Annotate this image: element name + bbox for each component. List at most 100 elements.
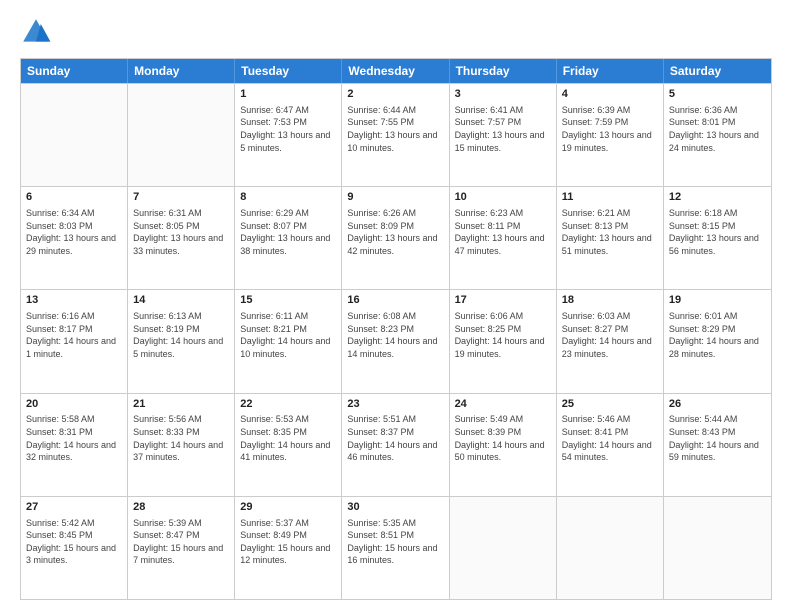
calendar-row-3: 13 Sunrise: 6:16 AM Sunset: 8:17 PM Dayli… [21,289,771,392]
cell-date: 26 [669,397,766,412]
cell-date: 18 [562,293,658,308]
header [20,16,772,48]
cell-info: Sunrise: 5:49 AM Sunset: 8:39 PM Dayligh… [455,413,551,463]
cell-info: Sunrise: 6:06 AM Sunset: 8:25 PM Dayligh… [455,310,551,360]
cell-date: 2 [347,87,443,102]
cell-info: Sunrise: 6:47 AM Sunset: 7:53 PM Dayligh… [240,104,336,154]
cell-date: 4 [562,87,658,102]
calendar-cell: 29 Sunrise: 5:37 AM Sunset: 8:49 PM Dayli… [235,497,342,599]
logo [20,16,56,48]
calendar-cell: 30Sunrise: 5:35 AM Sunset: 8:51 PM Dayli… [342,497,449,599]
calendar-cell: 19 Sunrise: 6:01 AM Sunset: 8:29 PM Dayli… [664,290,771,392]
header-day-friday: Friday [557,59,664,83]
cell-info: Sunrise: 6:03 AM Sunset: 8:27 PM Dayligh… [562,310,658,360]
logo-icon [20,16,52,48]
calendar-cell: 27 Sunrise: 5:42 AM Sunset: 8:45 PM Dayli… [21,497,128,599]
header-day-tuesday: Tuesday [235,59,342,83]
calendar-cell: 24Sunrise: 5:49 AM Sunset: 8:39 PM Dayli… [450,394,557,496]
cell-info: Sunrise: 5:44 AM Sunset: 8:43 PM Dayligh… [669,413,766,463]
cell-date: 11 [562,190,658,205]
calendar-cell: 8 Sunrise: 6:29 AM Sunset: 8:07 PM Daylig… [235,187,342,289]
cell-info: Sunrise: 6:36 AM Sunset: 8:01 PM Dayligh… [669,104,766,154]
cell-info: Sunrise: 5:56 AM Sunset: 8:33 PM Dayligh… [133,413,229,463]
calendar-cell: 15 Sunrise: 6:11 AM Sunset: 8:21 PM Dayli… [235,290,342,392]
cell-date: 17 [455,293,551,308]
header-day-saturday: Saturday [664,59,771,83]
cell-info: Sunrise: 5:58 AM Sunset: 8:31 PM Dayligh… [26,413,122,463]
cell-date: 8 [240,190,336,205]
cell-date: 22 [240,397,336,412]
cell-info: Sunrise: 6:26 AM Sunset: 8:09 PM Dayligh… [347,207,443,257]
cell-date: 14 [133,293,229,308]
cell-date: 12 [669,190,766,205]
cell-date: 19 [669,293,766,308]
cell-date: 24 [455,397,551,412]
calendar-cell: 10Sunrise: 6:23 AM Sunset: 8:11 PM Dayli… [450,187,557,289]
page: SundayMondayTuesdayWednesdayThursdayFrid… [0,0,792,612]
calendar-row-2: 6 Sunrise: 6:34 AM Sunset: 8:03 PM Daylig… [21,186,771,289]
cell-date: 13 [26,293,122,308]
cell-info: Sunrise: 5:53 AM Sunset: 8:35 PM Dayligh… [240,413,336,463]
calendar-cell: 17 Sunrise: 6:06 AM Sunset: 8:25 PM Dayli… [450,290,557,392]
calendar-cell [557,497,664,599]
header-day-sunday: Sunday [21,59,128,83]
cell-info: Sunrise: 6:16 AM Sunset: 8:17 PM Dayligh… [26,310,122,360]
calendar-cell: 14 Sunrise: 6:13 AM Sunset: 8:19 PM Dayli… [128,290,235,392]
cell-date: 21 [133,397,229,412]
calendar: SundayMondayTuesdayWednesdayThursdayFrid… [20,58,772,600]
cell-date: 1 [240,87,336,102]
cell-info: Sunrise: 6:21 AM Sunset: 8:13 PM Dayligh… [562,207,658,257]
cell-date: 5 [669,87,766,102]
cell-info: Sunrise: 6:29 AM Sunset: 8:07 PM Dayligh… [240,207,336,257]
calendar-cell: 11 Sunrise: 6:21 AM Sunset: 8:13 PM Dayli… [557,187,664,289]
cell-date: 29 [240,500,336,515]
calendar-cell: 18 Sunrise: 6:03 AM Sunset: 8:27 PM Dayli… [557,290,664,392]
cell-date: 15 [240,293,336,308]
cell-date: 20 [26,397,122,412]
calendar-cell [21,84,128,186]
cell-info: Sunrise: 5:37 AM Sunset: 8:49 PM Dayligh… [240,517,336,567]
calendar-cell [664,497,771,599]
cell-info: Sunrise: 6:18 AM Sunset: 8:15 PM Dayligh… [669,207,766,257]
calendar-cell: 23Sunrise: 5:51 AM Sunset: 8:37 PM Dayli… [342,394,449,496]
cell-info: Sunrise: 6:01 AM Sunset: 8:29 PM Dayligh… [669,310,766,360]
cell-info: Sunrise: 6:34 AM Sunset: 8:03 PM Dayligh… [26,207,122,257]
calendar-row-1: 1 Sunrise: 6:47 AM Sunset: 7:53 PM Daylig… [21,83,771,186]
calendar-cell: 16 Sunrise: 6:08 AM Sunset: 8:23 PM Dayli… [342,290,449,392]
cell-info: Sunrise: 5:46 AM Sunset: 8:41 PM Dayligh… [562,413,658,463]
cell-info: Sunrise: 6:39 AM Sunset: 7:59 PM Dayligh… [562,104,658,154]
calendar-cell [450,497,557,599]
cell-date: 25 [562,397,658,412]
cell-info: Sunrise: 6:11 AM Sunset: 8:21 PM Dayligh… [240,310,336,360]
calendar-cell: 22Sunrise: 5:53 AM Sunset: 8:35 PM Dayli… [235,394,342,496]
cell-date: 7 [133,190,229,205]
calendar-cell: 25Sunrise: 5:46 AM Sunset: 8:41 PM Dayli… [557,394,664,496]
header-day-thursday: Thursday [450,59,557,83]
cell-date: 6 [26,190,122,205]
cell-info: Sunrise: 6:13 AM Sunset: 8:19 PM Dayligh… [133,310,229,360]
calendar-cell: 2 Sunrise: 6:44 AM Sunset: 7:55 PM Daylig… [342,84,449,186]
calendar-row-5: 27 Sunrise: 5:42 AM Sunset: 8:45 PM Dayli… [21,496,771,599]
cell-date: 9 [347,190,443,205]
cell-date: 3 [455,87,551,102]
calendar-cell: 20Sunrise: 5:58 AM Sunset: 8:31 PM Dayli… [21,394,128,496]
cell-date: 23 [347,397,443,412]
cell-info: Sunrise: 6:08 AM Sunset: 8:23 PM Dayligh… [347,310,443,360]
cell-info: Sunrise: 5:42 AM Sunset: 8:45 PM Dayligh… [26,517,122,567]
cell-date: 27 [26,500,122,515]
calendar-cell: 1 Sunrise: 6:47 AM Sunset: 7:53 PM Daylig… [235,84,342,186]
header-day-monday: Monday [128,59,235,83]
cell-date: 16 [347,293,443,308]
header-day-wednesday: Wednesday [342,59,449,83]
calendar-cell: 3 Sunrise: 6:41 AM Sunset: 7:57 PM Daylig… [450,84,557,186]
calendar-cell: 28Sunrise: 5:39 AM Sunset: 8:47 PM Dayli… [128,497,235,599]
cell-info: Sunrise: 6:23 AM Sunset: 8:11 PM Dayligh… [455,207,551,257]
calendar-cell: 7 Sunrise: 6:31 AM Sunset: 8:05 PM Daylig… [128,187,235,289]
calendar-body: 1 Sunrise: 6:47 AM Sunset: 7:53 PM Daylig… [21,83,771,599]
cell-info: Sunrise: 6:31 AM Sunset: 8:05 PM Dayligh… [133,207,229,257]
calendar-cell: 13 Sunrise: 6:16 AM Sunset: 8:17 PM Dayli… [21,290,128,392]
cell-info: Sunrise: 6:41 AM Sunset: 7:57 PM Dayligh… [455,104,551,154]
cell-date: 30 [347,500,443,515]
cell-info: Sunrise: 5:51 AM Sunset: 8:37 PM Dayligh… [347,413,443,463]
cell-info: Sunrise: 6:44 AM Sunset: 7:55 PM Dayligh… [347,104,443,154]
